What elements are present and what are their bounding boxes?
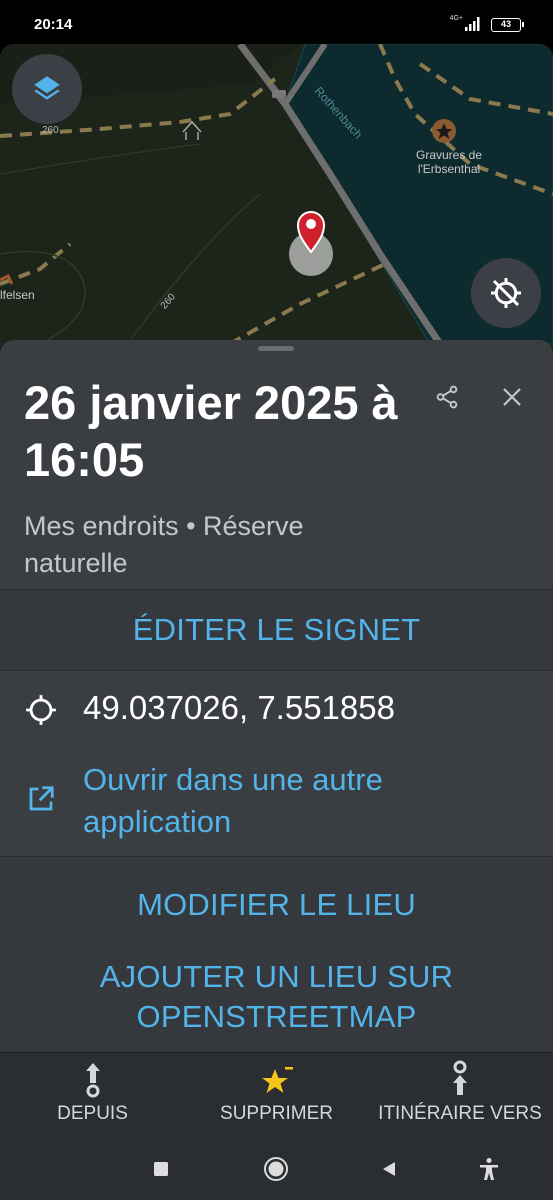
layers-button[interactable]: [12, 54, 82, 124]
page-title: 26 janvier 2025 à 16:05: [24, 376, 398, 486]
back-button[interactable]: [374, 1154, 404, 1184]
share-button[interactable]: [430, 380, 464, 414]
place-details-sheet: 26 janvier 2025 à 16:05 Mes endroits • R…: [0, 340, 553, 1052]
home-button[interactable]: [261, 1154, 291, 1184]
close-icon: [503, 388, 521, 406]
back-triangle-icon: [383, 1162, 395, 1176]
battery-level: 43: [500, 19, 511, 29]
route-from-label: DEPUIS: [57, 1103, 128, 1124]
open-external-icon: [29, 786, 54, 811]
home-circle-icon: [264, 1157, 288, 1181]
share-icon: [436, 385, 458, 409]
recents-button[interactable]: [146, 1154, 176, 1184]
route-from-button[interactable]: DEPUIS: [20, 1053, 165, 1141]
modify-place-button[interactable]: MODIFIER LE LIEU: [0, 887, 553, 923]
place-subtitle: Mes endroits • Réserve naturelle: [24, 511, 304, 578]
star-remove-icon: [261, 1067, 293, 1093]
place-edit-section: MODIFIER LE LIEU AJOUTER UN LIEU SUR OPE…: [0, 856, 553, 1052]
square-icon: [154, 1162, 168, 1176]
route-to-button[interactable]: ITINÉRAIRE VERS: [370, 1053, 550, 1141]
location-disabled-icon: [491, 278, 521, 308]
poi-label: Gravures de l'Erbsenthal: [415, 148, 483, 176]
place-label: lfelsen: [0, 288, 35, 302]
route-to-label: ITINÉRAIRE VERS: [378, 1103, 542, 1124]
route-from-icon: [85, 1063, 100, 1098]
status-bar: 20:14 4G+ 43: [0, 0, 553, 44]
add-osm-place-button[interactable]: AJOUTER UN LIEU SUR OPENSTREETMAP: [80, 957, 473, 1037]
elevation-label: 260: [42, 125, 59, 136]
close-button[interactable]: [495, 380, 529, 414]
delete-bookmark-button[interactable]: SUPPRIMER: [204, 1053, 349, 1141]
edit-bookmark-section: ÉDITER LE SIGNET: [0, 589, 553, 671]
edit-bookmark-button[interactable]: ÉDITER LE SIGNET: [0, 612, 553, 648]
network-type: 4G+: [449, 15, 463, 22]
my-location-button[interactable]: [471, 258, 541, 328]
signal-icon: [465, 17, 480, 31]
delete-bookmark-label: SUPPRIMER: [220, 1103, 333, 1124]
route-to-icon: [453, 1060, 467, 1095]
open-in-app-link[interactable]: Ouvrir dans une autre application: [83, 759, 503, 843]
system-nav-bar: [0, 1140, 553, 1200]
battery-icon: 43: [491, 18, 524, 32]
layers-icon: [34, 76, 60, 100]
accessibility-button[interactable]: [474, 1154, 504, 1184]
coordinates-section: 49.037026, 7.551858 Ouvrir dans une autr…: [0, 671, 553, 859]
crosshair-icon: [26, 695, 56, 725]
coordinates-value[interactable]: 49.037026, 7.551858: [83, 689, 395, 727]
status-time: 20:14: [34, 16, 73, 33]
action-bar: DEPUIS SUPPRIMER ITINÉRAIRE VERS: [0, 1052, 553, 1140]
drag-handle[interactable]: [258, 346, 294, 351]
map-view[interactable]: 260 260 Rothenbach Gravures de l'Erbsent…: [0, 44, 553, 354]
map-canvas: [0, 44, 553, 354]
accessibility-icon: [480, 1158, 498, 1180]
